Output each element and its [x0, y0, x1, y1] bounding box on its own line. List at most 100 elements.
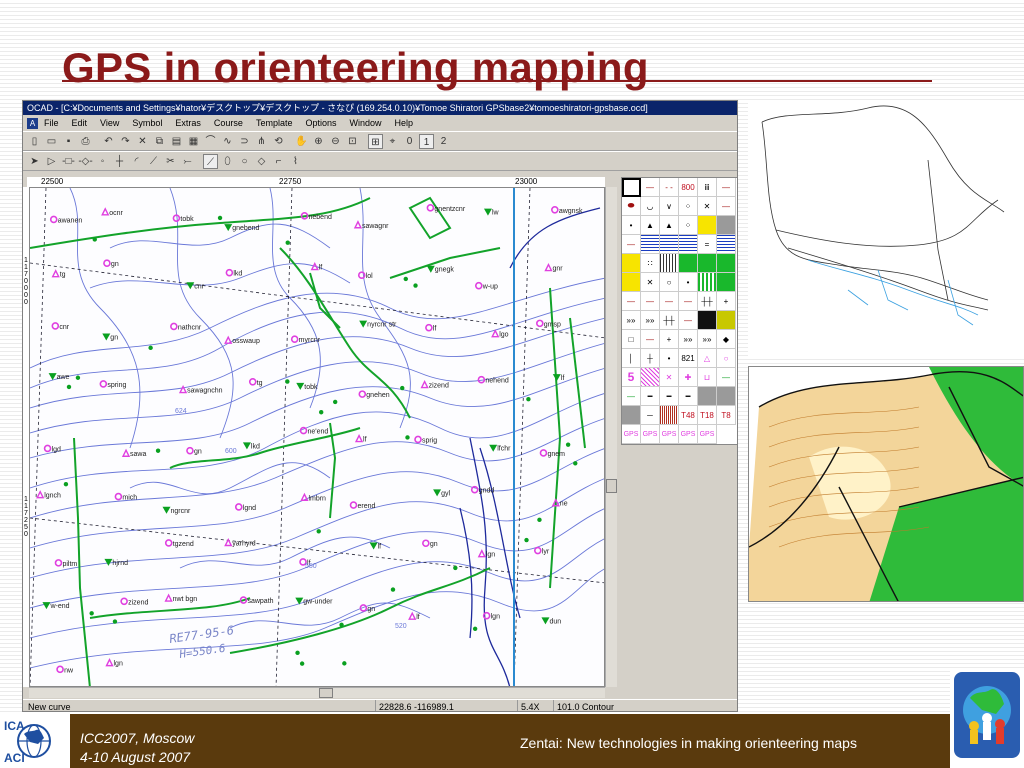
map-point-symbol[interactable]: [290, 335, 299, 344]
undo-icon[interactable]: ↶: [101, 134, 116, 149]
green-dot-symbol[interactable]: [405, 435, 410, 440]
redo-icon[interactable]: ↷: [118, 134, 133, 149]
symbol-yellowdot[interactable]: [698, 216, 717, 235]
map-point-symbol[interactable]: [354, 434, 364, 443]
symbol-pinkx[interactable]: ✕: [660, 368, 679, 387]
reshape-icon[interactable]: ⌒: [203, 134, 218, 149]
map-point-symbol[interactable]: [186, 282, 195, 290]
map-point-symbol[interactable]: [164, 593, 173, 602]
green-dot-symbol[interactable]: [63, 481, 69, 487]
print-icon[interactable]: ⎙: [78, 134, 93, 149]
symbol-dash[interactable]: - -: [660, 178, 679, 197]
symbol-txt[interactable]: 800: [679, 178, 698, 197]
green-dot-symbol[interactable]: [66, 384, 72, 390]
symbol-line[interactable]: —: [679, 311, 698, 330]
map-canvas[interactable]: awanen ocnr tobk gnebend nebend sawagnr gnentz…: [29, 187, 605, 687]
map-horizontal-scrollbar[interactable]: [29, 687, 605, 698]
map-point-symbol[interactable]: [234, 503, 243, 511]
green-dot-symbol[interactable]: [92, 237, 97, 242]
join-icon[interactable]: ⊃: [237, 134, 252, 149]
symbol-diamond[interactable]: ◆: [717, 330, 736, 349]
map-point-symbol[interactable]: [43, 444, 52, 453]
menu-file[interactable]: File: [44, 118, 59, 128]
symbol-oval[interactable]: ⬬: [622, 197, 641, 216]
pan-hand-icon[interactable]: ✋: [294, 134, 309, 149]
symbol-dot[interactable]: •: [679, 273, 698, 292]
symbol-line[interactable]: —: [622, 292, 641, 311]
map-point-symbol[interactable]: [349, 501, 358, 509]
map-point-symbol[interactable]: [101, 207, 110, 216]
map-point-symbol[interactable]: [358, 390, 367, 398]
symbol-gps[interactable]: GPS: [660, 425, 679, 444]
map-point-symbol[interactable]: [56, 665, 64, 674]
menu-help[interactable]: Help: [395, 118, 414, 128]
symbol-ticks[interactable]: ┼┼: [698, 292, 717, 311]
layer-2-button[interactable]: 2: [436, 134, 451, 149]
symbol-bar[interactable]: │: [622, 349, 641, 368]
symbol-arrows[interactable]: »»: [679, 330, 698, 349]
green-dot-symbol[interactable]: [413, 283, 418, 288]
symbol-txt[interactable]: 821: [679, 349, 698, 368]
map-point-symbol[interactable]: [99, 380, 108, 388]
freehand-icon[interactable]: ⌇: [288, 154, 303, 169]
symbol-x[interactable]: ✕: [698, 197, 717, 216]
map-point-symbol[interactable]: [408, 611, 417, 620]
menu-template[interactable]: Template: [256, 118, 293, 128]
select-hollow-arrow-icon[interactable]: ▷: [44, 154, 59, 169]
symbol-plus[interactable]: +: [660, 330, 679, 349]
scissors-icon[interactable]: ✂: [163, 154, 178, 169]
symbol-yellowfill[interactable]: [622, 273, 641, 292]
green-dot-symbol[interactable]: [472, 626, 478, 631]
map-point-symbol[interactable]: [353, 220, 363, 229]
symbol-green[interactable]: [698, 254, 717, 273]
zoom-out-icon[interactable]: ⊖: [328, 134, 343, 149]
map-point-symbol[interactable]: [536, 319, 544, 328]
symbol-line[interactable]: —: [641, 292, 660, 311]
circle-mode-icon[interactable]: ○: [237, 154, 252, 169]
symbol-arrows[interactable]: »»: [622, 311, 641, 330]
menu-course[interactable]: Course: [214, 118, 243, 128]
symbol-circle[interactable]: ○: [717, 349, 736, 368]
map-point-symbol[interactable]: [491, 329, 500, 338]
map-point-symbol[interactable]: [164, 539, 173, 547]
map-point-symbol[interactable]: [433, 489, 442, 497]
map-point-symbol[interactable]: [422, 539, 430, 548]
arc-icon[interactable]: ◜: [129, 154, 144, 169]
map-point-symbol[interactable]: [552, 374, 561, 382]
green-dot-symbol[interactable]: [89, 611, 94, 616]
straight-line-icon[interactable]: ⌐: [271, 154, 286, 169]
symbol-thin[interactable]: ─: [641, 406, 660, 425]
symbol-grey[interactable]: [698, 387, 717, 406]
symbol-line[interactable]: —: [679, 292, 698, 311]
map-point-symbol[interactable]: [42, 602, 51, 610]
symbol-thick[interactable]: ━: [641, 387, 660, 406]
green-dot-symbol[interactable]: [453, 565, 458, 571]
grid-icon[interactable]: ⊞: [368, 133, 383, 149]
green-dot-symbol[interactable]: [285, 240, 290, 245]
cut-line-icon[interactable]: ⟋: [146, 154, 161, 169]
gps-icon[interactable]: ⌖: [385, 134, 400, 149]
corner-vertex-icon[interactable]: ◦: [95, 154, 110, 169]
symbol-sel[interactable]: [622, 178, 641, 197]
layer-0-button[interactable]: 0: [402, 134, 417, 149]
symbol-bluelines[interactable]: [679, 235, 698, 254]
symbol-grey[interactable]: [622, 406, 641, 425]
green-dot-symbol[interactable]: [403, 276, 408, 282]
ellipse-mode-icon[interactable]: ⬯: [220, 154, 235, 169]
add-vertex-icon[interactable]: -□-: [61, 154, 76, 169]
symbol-eq[interactable]: =: [698, 235, 717, 254]
symbol-dot[interactable]: •: [660, 349, 679, 368]
symbol-green[interactable]: [717, 273, 736, 292]
menu-options[interactable]: Options: [305, 118, 336, 128]
map-point-symbol[interactable]: [483, 208, 492, 216]
symbol-line[interactable]: —: [717, 178, 736, 197]
symbol-circ[interactable]: ○: [660, 273, 679, 292]
map-point-symbol[interactable]: [224, 224, 233, 232]
map-point-symbol[interactable]: [369, 542, 378, 550]
green-dot-symbol[interactable]: [285, 379, 290, 384]
map-point-symbol[interactable]: [426, 204, 435, 212]
symbol-yellowdots[interactable]: ∷: [641, 254, 660, 273]
green-dot-symbol[interactable]: [524, 537, 529, 543]
rotate-icon[interactable]: ⟲: [271, 134, 286, 149]
scrollbar-thumb[interactable]: [319, 688, 333, 698]
